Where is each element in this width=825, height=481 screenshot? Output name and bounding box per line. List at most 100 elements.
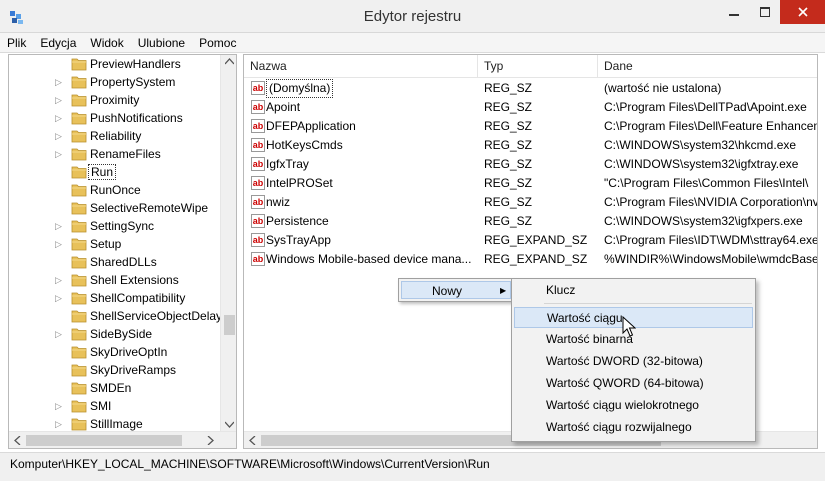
tree-item[interactable]: SelectiveRemoteWipe xyxy=(9,199,220,217)
expand-arrow-icon[interactable]: ▷ xyxy=(55,148,63,160)
column-header-data[interactable]: Dane xyxy=(598,55,817,78)
submenu-item[interactable]: Klucz xyxy=(514,280,753,301)
tree-item[interactable]: RunOnce xyxy=(9,181,220,199)
tree-item[interactable]: SkyDriveOptIn xyxy=(9,343,220,361)
menu-ulubione[interactable]: Ulubione xyxy=(131,33,192,52)
folder-icon xyxy=(71,58,87,71)
value-row[interactable]: ab Apoint REG_SZ C:\Program Files\DellTPad\… xyxy=(244,98,817,117)
expand-arrow-icon[interactable]: ▷ xyxy=(55,130,63,142)
key-tree-pane[interactable]: PreviewHandlers ▷ PropertySystem ▷ Proximity… xyxy=(8,54,237,449)
folder-icon xyxy=(71,400,87,413)
tree-item[interactable]: ▷ Proximity xyxy=(9,91,220,109)
tree-item[interactable]: ▷ Reliability xyxy=(9,127,220,145)
tree-item[interactable]: ▷ PushNotifications xyxy=(9,109,220,127)
value-row[interactable]: ab DFEPApplication REG_SZ C:\Program Files\… xyxy=(244,117,817,136)
value-name: SysTrayApp xyxy=(266,233,331,247)
close-button[interactable] xyxy=(780,0,825,24)
tree-item[interactable]: ▷ Shell Extensions xyxy=(9,271,220,289)
submenu-item-label: Wartość binarna xyxy=(546,332,633,346)
tree-item-label: ShellServiceObjectDelayL xyxy=(90,309,229,323)
scroll-right-icon[interactable] xyxy=(207,436,214,445)
tree-vertical-thumb[interactable] xyxy=(224,315,235,335)
maximize-icon xyxy=(760,7,770,17)
folder-icon xyxy=(71,364,87,377)
tree-item-label: Reliability xyxy=(90,129,142,143)
string-value-icon: ab xyxy=(251,100,265,114)
minimize-button[interactable] xyxy=(718,0,750,24)
tree-item[interactable]: ▷ ShellCompatibility xyxy=(9,289,220,307)
value-type: REG_SZ xyxy=(484,100,533,114)
value-data: C:\Program Files\NVIDIA Corporation\nv xyxy=(604,195,818,209)
tree-item[interactable]: ▷ SideBySide xyxy=(9,325,220,343)
string-value-icon: ab xyxy=(251,119,265,133)
context-menu-new[interactable]: Nowy ▶ xyxy=(401,281,511,299)
scroll-down-icon[interactable] xyxy=(225,421,234,428)
tree-item[interactable]: SkyDriveRamps xyxy=(9,361,220,379)
folder-icon xyxy=(71,76,87,89)
tree-item-label: Shell Extensions xyxy=(90,273,179,287)
column-header-name[interactable]: Nazwa xyxy=(244,55,478,78)
submenu-item-label: Wartość QWORD (64-bitowa) xyxy=(546,376,704,390)
tree-horizontal-thumb[interactable] xyxy=(26,435,182,446)
value-type: REG_EXPAND_SZ xyxy=(484,233,588,247)
scroll-up-icon[interactable] xyxy=(225,58,234,65)
string-value-icon: ab xyxy=(251,176,265,190)
scroll-left-icon[interactable] xyxy=(14,436,21,445)
expand-arrow-icon[interactable]: ▷ xyxy=(55,94,63,106)
submenu-item[interactable]: Wartość DWORD (32-bitowa) xyxy=(514,351,753,372)
maximize-button[interactable] xyxy=(750,0,780,24)
value-row[interactable]: ab SysTrayApp REG_EXPAND_SZ C:\Program File… xyxy=(244,231,818,250)
folder-icon xyxy=(71,274,87,287)
menu-pomoc[interactable]: Pomoc xyxy=(192,33,243,52)
tree-vertical-scrollbar[interactable] xyxy=(220,55,236,431)
expand-arrow-icon[interactable]: ▷ xyxy=(55,238,63,250)
title-bar: Edytor rejestru xyxy=(0,0,825,33)
value-row[interactable]: ab nwiz REG_SZ C:\Program Files\NVIDIA Corp… xyxy=(244,193,818,212)
value-data: C:\Program Files\IDT\WDM\sttray64.exe xyxy=(604,233,818,247)
folder-icon xyxy=(71,202,87,215)
expand-arrow-icon[interactable]: ▷ xyxy=(55,220,63,232)
expand-arrow-icon[interactable]: ▷ xyxy=(55,418,63,430)
string-value-icon: ab xyxy=(251,138,265,152)
tree-item[interactable]: ShellServiceObjectDelayL xyxy=(9,307,229,325)
tree-item[interactable]: ▷ Setup xyxy=(9,235,220,253)
expand-arrow-icon[interactable]: ▷ xyxy=(55,274,63,286)
expand-arrow-icon[interactable]: ▷ xyxy=(55,400,63,412)
expand-arrow-icon[interactable]: ▷ xyxy=(55,76,63,88)
submenu-item[interactable]: Wartość ciągu wielokrotnego xyxy=(514,395,753,416)
submenu-item[interactable]: Wartość ciągu rozwijalnego xyxy=(514,417,753,438)
menu-edycja[interactable]: Edycja xyxy=(33,33,83,52)
value-row[interactable]: ab IntelPROSet REG_SZ "C:\Program Files\Com… xyxy=(244,174,817,193)
context-menu: Nowy ▶ xyxy=(398,278,514,302)
submenu-item-label: Wartość ciągu xyxy=(547,311,623,325)
tree-horizontal-scrollbar[interactable] xyxy=(9,431,236,448)
expand-arrow-icon[interactable]: ▷ xyxy=(55,328,63,340)
value-row[interactable]: ab Windows Mobile-based device mana... REG… xyxy=(244,250,817,269)
tree-item-label: SkyDriveRamps xyxy=(90,363,177,377)
tree-item[interactable]: ▷ RenameFiles xyxy=(9,145,220,163)
value-name: (Domyślna) xyxy=(266,79,334,98)
expand-arrow-icon[interactable]: ▷ xyxy=(55,292,63,304)
expand-arrow-icon[interactable]: ▷ xyxy=(55,112,63,124)
tree-item[interactable]: ▷ SettingSync xyxy=(9,217,220,235)
menu-bar: Plik Edycja Widok Ulubione Pomoc xyxy=(0,33,825,53)
tree-item[interactable]: PreviewHandlers xyxy=(9,55,220,73)
tree-item-label: SMI xyxy=(90,399,112,413)
value-row[interactable]: ab HotKeysCmds REG_SZ C:\WINDOWS\system32\h… xyxy=(244,136,817,155)
scroll-left-icon[interactable] xyxy=(249,436,256,445)
value-name: IntelPROSet xyxy=(266,176,333,190)
submenu-item[interactable]: Wartość QWORD (64-bitowa) xyxy=(514,373,753,394)
new-submenu: Klucz Wartość ciągu Wartość binarna Wartość… xyxy=(511,278,756,442)
tree-item[interactable]: SMDEn xyxy=(9,379,220,397)
tree-item[interactable]: ▷ SMI xyxy=(9,397,220,415)
value-row[interactable]: ab Persistence REG_SZ C:\WINDOWS\system32\i… xyxy=(244,212,817,231)
value-row[interactable]: ab (Domyślna) REG_SZ (wartość nie ustalona) xyxy=(244,79,817,98)
tree-item[interactable]: ▷ PropertySystem xyxy=(9,73,220,91)
column-header-type[interactable]: Typ xyxy=(478,55,598,78)
tree-item[interactable]: SharedDLLs xyxy=(9,253,220,271)
tree-item[interactable]: Run xyxy=(9,163,220,181)
menu-plik[interactable]: Plik xyxy=(0,33,33,52)
menu-widok[interactable]: Widok xyxy=(83,33,130,52)
value-row[interactable]: ab IgfxTray REG_SZ C:\WINDOWS\system32\igfx… xyxy=(244,155,817,174)
tree-item-label: PropertySystem xyxy=(90,75,176,89)
